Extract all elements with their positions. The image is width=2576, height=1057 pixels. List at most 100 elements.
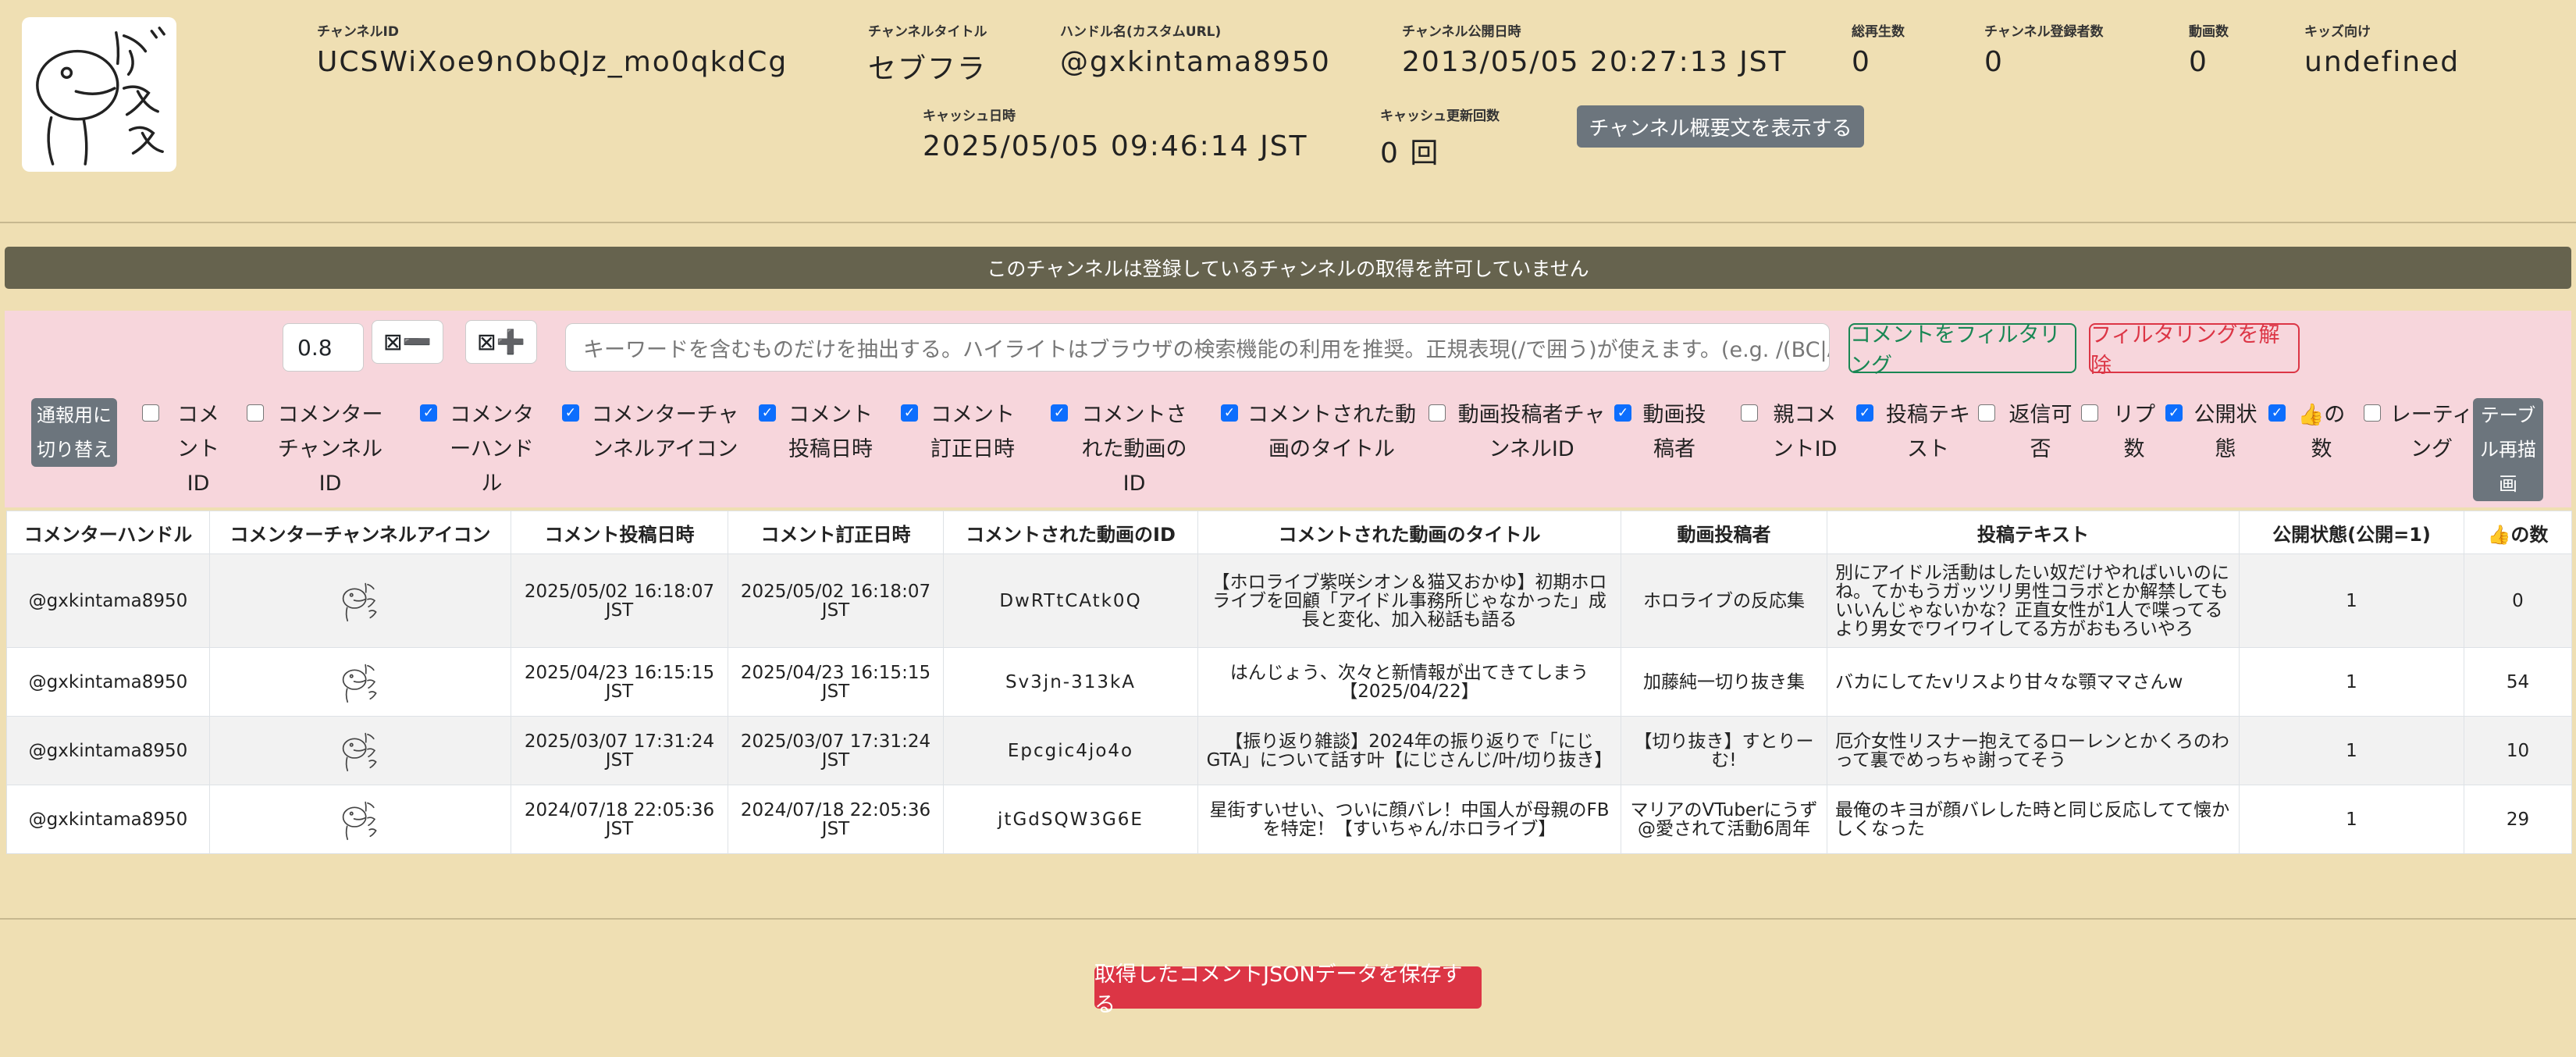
column-toggle[interactable]: ✓ コメンターチャンネルアイコン [562,398,743,467]
checkbox[interactable]: ✓ [1221,404,1238,422]
checkbox[interactable] [2081,404,2098,422]
checkbox[interactable] [247,404,264,422]
col-header-commenter-icon[interactable]: コメンターチャンネルアイコン [209,511,511,554]
column-toggle-label: 親コメントID [1772,403,1838,461]
cell-video-id: jtGdSQW3G6E [943,785,1198,854]
cell-uploader: ホロライブの反応集 [1621,553,1827,648]
cell-edited: 2025/05/02 16:18:07 JST [728,553,944,648]
checkbox[interactable]: ✓ [2268,404,2286,422]
channel-avatar [22,17,176,172]
permission-notice: このチャンネルは登録しているチャンネルの取得を許可していません [5,247,2571,289]
col-header-edited[interactable]: コメント訂正日時 [728,511,944,554]
cache-time-label: キャッシュ日時 [923,109,1016,124]
column-toggle-label: コメントされた動画のID [1081,403,1187,496]
column-toggle[interactable]: レーティング [2364,398,2475,467]
cell-video-title: 【ホロライブ紫咲シオン＆猫又おかゆ】初期ホロライブを回顧「アイドル事務所じゃなか… [1197,553,1621,648]
column-toggle-label: コメント投稿日時 [788,403,873,461]
commenter-avatar-icon [339,664,382,703]
cell-icon [209,647,511,717]
col-header-video-title[interactable]: コメントされた動画のタイトル [1197,511,1621,554]
col-header-public[interactable]: 公開状態(公開=1) [2239,511,2464,554]
show-summary-button[interactable]: チャンネル概要文を表示する [1577,105,1864,148]
col-header-video-id[interactable]: コメントされた動画のID [943,511,1198,554]
channel-views-label: 総再生数 [1852,24,1905,40]
col-header-posted[interactable]: コメント投稿日時 [511,511,728,554]
zoom-out-button[interactable]: ⊠➖ [372,320,443,364]
checkbox[interactable]: ✓ [420,404,437,422]
channel-kids-label: キッズ向け [2304,24,2371,40]
column-toggle[interactable]: ✓ コメントされた動画のタイトル [1221,398,1418,467]
checkbox[interactable]: ✓ [1614,404,1631,422]
column-toggle[interactable]: 親コメントID [1741,398,1844,467]
column-toggle[interactable]: ✓ 動画投稿者 [1614,398,1710,467]
channel-title-value: セブフラ [868,53,987,85]
comments-table: コメンターハンドル コメンターチャンネルアイコン コメント投稿日時 コメント訂正… [6,511,2572,854]
table-header-row: コメンターハンドル コメンターチャンネルアイコン コメント投稿日時 コメント訂正… [6,511,2572,554]
column-toggle[interactable]: ✓ 👍の数 [2268,398,2350,467]
column-toggle[interactable]: ✓ コメンターハンドル [420,398,539,501]
checkbox[interactable] [1978,404,1995,422]
redraw-table-button[interactable]: テーブル再描画 [2473,398,2543,501]
column-toggle[interactable]: コメンターチャンネルID [247,398,389,501]
save-json-button[interactable]: 取得したコメントJSONデータを保存する [1094,963,1482,1017]
column-toggle[interactable]: ✓ コメントされた動画のID [1051,398,1193,501]
commenter-avatar-icon [339,582,382,621]
commenter-avatar-icon [339,732,382,771]
keyword-filter-input[interactable]: キーワードを含むものだけを抽出する。ハイライトはブラウザの検索機能の利用を推奨。… [565,323,1830,372]
col-header-commenter-handle[interactable]: コメンターハンドル [6,511,210,554]
cell-text: バカにしてたvリスより甘々な顎ママさんw [1827,647,2240,717]
column-toggle[interactable]: リプ数 [2081,398,2162,467]
cell-posted: 2025/05/02 16:18:07 JST [511,553,728,648]
cache-count-field: キャッシュ更新回数 0 回 [1380,105,1500,171]
commenter-avatar-icon [339,801,382,840]
notify-mode-toggle-button[interactable]: 通報用に切り替え [31,398,117,467]
clear-filter-button[interactable]: フィルタリングを解除 [2089,323,2300,378]
column-toggle[interactable]: コメントID [142,398,229,501]
col-header-likes[interactable]: 👍の数 [2464,511,2572,554]
zoom-scale-input[interactable]: 0.8 [283,323,364,372]
banana-doodle-avatar-icon [36,27,165,165]
cell-likes: 29 [2464,785,2572,854]
cell-edited: 2024/07/18 22:05:36 JST [728,785,944,854]
cell-posted: 2025/04/23 16:15:15 JST [511,647,728,717]
column-toggle-label: 返信可否 [2008,403,2073,461]
checkbox[interactable]: ✓ [901,404,918,422]
zoom-in-button[interactable]: ⊠➕ [465,320,537,364]
table-row: @gxkintama8950 2025/05/02 16:18:07 JST 202… [6,553,2572,648]
column-toggle-label: レーティング [2389,403,2474,461]
checkbox[interactable] [2364,404,2381,422]
column-toggle-label: コメンターチャンネルアイコン [591,403,739,461]
filter-comments-button[interactable]: コメントをフィルタリング [1848,323,2076,378]
column-toggle[interactable]: ✓ コメント投稿日時 [759,398,877,467]
channel-subscribers-label: チャンネル登録者数 [1984,24,2104,40]
cell-video-title: はんじょう、次々と新情報が出てきてしまう【2025/04/22】 [1197,647,1621,717]
column-toggle-label: 動画投稿者チャンネルID [1457,403,1606,461]
checkbox[interactable]: ✓ [2165,404,2183,422]
channel-published-label: チャンネル公開日時 [1402,24,1521,40]
cell-uploader: 【切り抜き】すとりーむ! [1621,716,1827,785]
channel-kids-field: キッズ向け undefined [2304,20,2460,78]
cell-public: 1 [2239,716,2464,785]
checkbox[interactable]: ✓ [759,404,776,422]
col-header-text[interactable]: 投稿テキスト [1827,511,2240,554]
channel-title-field: チャンネルタイトル セブフラ [868,20,987,87]
checkbox[interactable]: ✓ [1051,404,1068,422]
column-toggle[interactable]: 返信可否 [1978,398,2078,467]
table-row: @gxkintama8950 2024/07/18 22:05:36 JST 202… [6,785,2572,854]
column-toggle[interactable]: ✓ 公開状態 [2165,398,2261,467]
checkbox[interactable] [142,404,159,422]
column-toggle[interactable]: ✓ コメント訂正日時 [901,398,1019,467]
checkbox[interactable]: ✓ [562,404,579,422]
cell-video-title: 【振り返り雑談】2024年の振り返りで「にじGTA」について話す叶【にじさんじ/… [1197,716,1621,785]
cache-count-value: 0 回 [1380,137,1440,169]
cell-public: 1 [2239,785,2464,854]
channel-id-value: UCSWiXoe9nObQJz_mo0qkdCg [317,46,788,78]
column-toggle[interactable]: 動画投稿者チャンネルID [1429,398,1610,467]
column-toggle-label: コメンターハンドル [450,403,534,496]
checkbox[interactable]: ✓ [1856,404,1873,422]
checkbox[interactable] [1429,404,1446,422]
col-header-uploader[interactable]: 動画投稿者 [1621,511,1827,554]
checkbox[interactable] [1741,404,1758,422]
cell-video-id: Epcgic4jo4o [943,716,1198,785]
column-toggle[interactable]: ✓ 投稿テキスト [1856,398,1975,467]
